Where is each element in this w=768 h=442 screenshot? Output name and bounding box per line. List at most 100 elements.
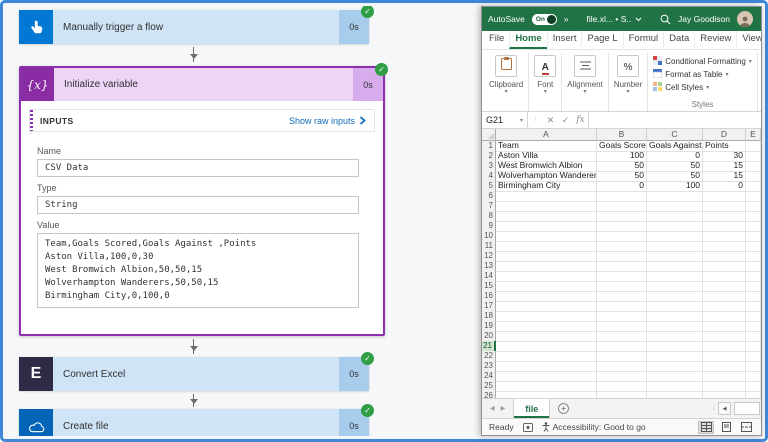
- prev-sheet-icon[interactable]: ◀: [490, 405, 495, 412]
- flow-step-title: Manually trigger a flow: [63, 21, 164, 33]
- flow-step-create-file[interactable]: Create file 0s ✓: [19, 404, 374, 436]
- column-header-A[interactable]: A: [496, 129, 597, 141]
- tab-review[interactable]: Review: [694, 31, 736, 49]
- chevron-down-icon: ▾: [583, 89, 587, 95]
- accessibility-person-icon: [542, 422, 550, 432]
- person-icon: [740, 16, 751, 27]
- cell-D26[interactable]: [703, 391, 746, 398]
- page-break-view-icon[interactable]: [738, 421, 754, 434]
- autosave-toggle[interactable]: On: [531, 13, 557, 25]
- user-name[interactable]: Jay Goodison: [678, 14, 730, 24]
- manual-trigger-hand-icon: [19, 10, 53, 44]
- name-box[interactable]: G21 ▾: [482, 112, 528, 128]
- tab-page-l[interactable]: Page L: [581, 31, 622, 49]
- sheet-row-5: 5 Birmingham City 0 100 0: [482, 181, 761, 192]
- tab-data[interactable]: Data: [663, 31, 694, 49]
- type-field[interactable]: String: [37, 196, 359, 214]
- clipboard-group-button[interactable]: [495, 55, 518, 77]
- clipboard-icon: [500, 57, 512, 75]
- name-field-label: Name: [37, 146, 62, 156]
- row-header-26[interactable]: 26: [482, 391, 496, 398]
- sheet-nav-arrows[interactable]: ◀ ▶: [482, 399, 513, 418]
- quick-access-overflow[interactable]: »: [564, 14, 569, 24]
- cells-group: Cells ▾: [758, 53, 761, 111]
- clipboard-group-name: Clipboard: [489, 80, 524, 89]
- scroll-track[interactable]: [734, 402, 760, 415]
- tab-formul[interactable]: Formul: [622, 31, 664, 49]
- type-field-label: Type: [37, 183, 57, 193]
- flow-step-convert-excel[interactable]: E Convert Excel 0s ✓: [19, 352, 374, 391]
- sheet-tab-file[interactable]: file: [513, 399, 551, 418]
- format-as-table-icon: [652, 69, 663, 80]
- alignment-icon: [579, 57, 591, 75]
- user-avatar[interactable]: [737, 11, 754, 27]
- chevron-down-icon: ▾: [519, 117, 523, 124]
- ready-status: Ready: [489, 422, 514, 432]
- ribbon: Clipboard ▾ A Font ▾ Alignment ▾% Number ▾ Condi…: [482, 50, 761, 112]
- formula-input[interactable]: [588, 112, 761, 128]
- sheet-row-16: 16: [482, 291, 761, 302]
- flow-step-title: Initialize variable: [64, 79, 138, 90]
- flow-step-initialize-variable[interactable]: {x} Initialize variable 0s ✓ INPUTS Show…: [19, 63, 388, 336]
- tab-file[interactable]: File: [484, 31, 509, 49]
- page-layout-view-icon[interactable]: [718, 421, 734, 434]
- sheet-row-18: 18: [482, 311, 761, 322]
- success-check-icon: ✓: [361, 352, 374, 365]
- sheet-row-10: 10: [482, 231, 761, 242]
- alignment-group-button[interactable]: [574, 55, 597, 77]
- success-check-icon: ✓: [361, 6, 374, 18]
- value-field[interactable]: Team,Goals Scored,Goals Against ,Points …: [37, 233, 359, 308]
- initialize-variable-header[interactable]: {x} Initialize variable 0s: [21, 68, 383, 101]
- accessibility-text: Accessibility: Good to go: [552, 422, 646, 432]
- sheet-row-14: 14: [482, 271, 761, 282]
- normal-view-icon[interactable]: [698, 420, 714, 434]
- next-sheet-icon[interactable]: ▶: [501, 405, 506, 412]
- font-group-button[interactable]: A: [534, 55, 557, 77]
- tab-home[interactable]: Home: [509, 31, 547, 49]
- column-header-D[interactable]: D: [703, 129, 746, 141]
- tab-view[interactable]: View: [736, 31, 761, 49]
- horizontal-scrollbar[interactable]: ⁞ ◀: [713, 399, 761, 418]
- insert-function-icon[interactable]: fx: [573, 112, 588, 128]
- column-header-C[interactable]: C: [647, 129, 703, 141]
- format-as-table-button[interactable]: Format as Table ▾: [652, 68, 752, 81]
- ribbon-tabs: File Home Insert Page L Formul Data Review View…: [482, 31, 761, 50]
- convert-excel-encodian-icon: E: [19, 357, 53, 391]
- sheet-row-17: 17: [482, 301, 761, 312]
- cell-styles-button[interactable]: Cell Styles ▾: [653, 81, 752, 94]
- sheet-tab-bar: ◀ ▶ file + ⁞ ◀: [482, 398, 761, 418]
- cell-A26[interactable]: [496, 391, 597, 398]
- show-raw-inputs-link[interactable]: Show raw inputs: [289, 116, 366, 126]
- scroll-left-icon[interactable]: ◀: [718, 402, 731, 415]
- name-field[interactable]: CSV Data: [37, 159, 359, 177]
- cell-E26[interactable]: [746, 391, 761, 398]
- cancel-icon[interactable]: ✕: [543, 112, 558, 128]
- style-item-label: Conditional Formatting: [665, 57, 746, 66]
- macro-record-icon[interactable]: [522, 422, 533, 432]
- value-field-label: Value: [37, 220, 60, 230]
- chevron-right-icon: [359, 116, 366, 125]
- conditional-formatting-button[interactable]: Conditional Formatting ▾: [653, 55, 752, 68]
- accessibility-status[interactable]: Accessibility: Good to go: [542, 422, 646, 432]
- flow-step-title: Create file: [63, 420, 109, 432]
- conditional-formatting-icon: [653, 56, 663, 67]
- flow-step-manual-trigger[interactable]: Manually trigger a flow 0s ✓: [19, 6, 374, 44]
- cell-C26[interactable]: [647, 391, 703, 398]
- document-title[interactable]: file.xl... • S..: [587, 14, 643, 24]
- select-all-corner[interactable]: [482, 129, 496, 141]
- enter-check-icon[interactable]: ✓: [558, 112, 573, 128]
- number-group-button[interactable]: %: [617, 55, 640, 77]
- add-sheet-button[interactable]: +: [550, 399, 577, 418]
- tab-insert[interactable]: Insert: [546, 31, 582, 49]
- column-header-E[interactable]: E: [746, 129, 761, 141]
- sheet-row-13: 13: [482, 261, 761, 272]
- cell-styles-icon: [653, 82, 663, 93]
- sheet-row-24: 24: [482, 371, 761, 382]
- ribbon-collapsed-groups: Clipboard ▾ A Font ▾ Alignment ▾% Number ▾: [484, 53, 649, 111]
- sheet-row-7: 7: [482, 201, 761, 212]
- column-header-B[interactable]: B: [597, 129, 647, 141]
- cell-B26[interactable]: [597, 391, 647, 398]
- excel-title-bar: AutoSave On » file.xl... • S.. Jay Goodi…: [482, 7, 761, 31]
- search-icon[interactable]: [660, 14, 671, 25]
- sheet-row-9: 9: [482, 221, 761, 232]
